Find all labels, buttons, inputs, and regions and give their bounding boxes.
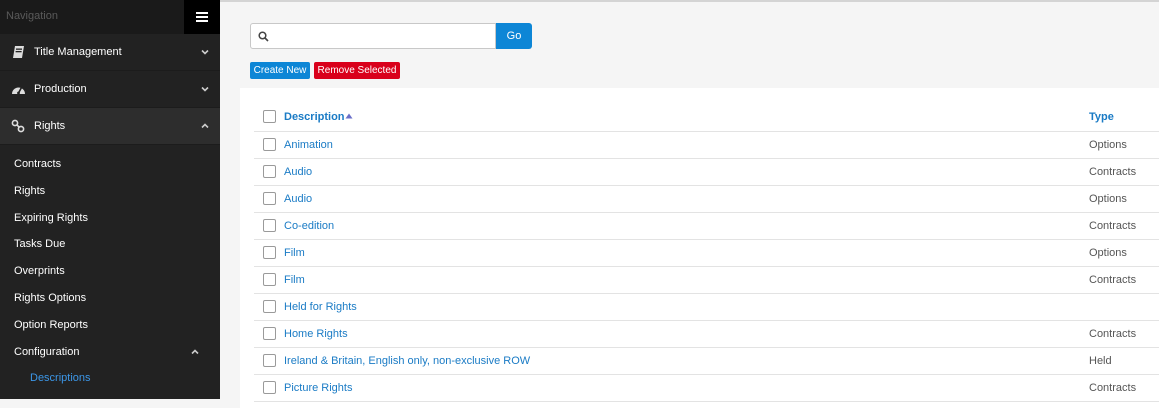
sidebar-item-contracts[interactable]: Contracts bbox=[0, 151, 220, 178]
row-type: Options bbox=[1089, 139, 1127, 151]
row-checkbox[interactable] bbox=[263, 381, 276, 394]
sidebar-header: Navigation bbox=[0, 0, 220, 34]
row-description-link[interactable]: Film bbox=[284, 247, 305, 259]
dashboard-icon bbox=[10, 81, 26, 97]
sidebar-item-rights[interactable]: Rights bbox=[0, 178, 220, 205]
sidebar-section-rights[interactable]: Rights bbox=[0, 108, 220, 145]
row-checkbox[interactable] bbox=[263, 192, 276, 205]
row-checkbox[interactable] bbox=[263, 354, 276, 367]
row-description-link[interactable]: Audio bbox=[284, 193, 312, 205]
table-row: Held for Rights bbox=[254, 294, 1159, 321]
row-checkbox[interactable] bbox=[263, 165, 276, 178]
row-description-link[interactable]: Animation bbox=[284, 139, 333, 151]
sidebar-title: Navigation bbox=[6, 10, 58, 22]
sidebar-item-overprints[interactable]: Overprints bbox=[0, 258, 220, 285]
main-content: Go Create New Remove Selected Descriptio… bbox=[226, 2, 1159, 408]
table-row: Animation Options bbox=[254, 132, 1159, 159]
row-type: Contracts bbox=[1089, 382, 1137, 394]
row-type: Held bbox=[1089, 355, 1112, 367]
chevron-down-icon bbox=[201, 49, 209, 55]
row-checkbox[interactable] bbox=[263, 219, 276, 232]
row-checkbox[interactable] bbox=[263, 273, 276, 286]
table-row: Audio Contracts bbox=[254, 159, 1159, 186]
row-type: Contracts bbox=[1089, 274, 1137, 286]
column-header-description[interactable]: Description bbox=[284, 111, 345, 123]
sidebar-section-label: Production bbox=[34, 83, 87, 95]
create-new-button[interactable]: Create New bbox=[250, 62, 310, 79]
sidebar-item-option-reports[interactable]: Option Reports bbox=[0, 312, 220, 339]
book-icon bbox=[10, 44, 26, 60]
chevron-down-icon bbox=[201, 86, 209, 92]
row-description-link[interactable]: Ireland & Britain, English only, non-exc… bbox=[284, 355, 530, 367]
row-type: Options bbox=[1089, 247, 1127, 259]
sidebar: Navigation Title Management Production R… bbox=[0, 0, 220, 399]
sort-ascending-icon[interactable] bbox=[345, 113, 353, 119]
search-icon bbox=[258, 31, 269, 42]
sidebar-item-descriptions[interactable]: Descriptions bbox=[0, 365, 220, 391]
sidebar-item-tasks-due[interactable]: Tasks Due bbox=[0, 231, 220, 258]
row-checkbox[interactable] bbox=[263, 246, 276, 259]
rights-submenu: Contracts Rights Expiring Rights Tasks D… bbox=[0, 145, 220, 391]
row-description-link[interactable]: Picture Rights bbox=[284, 382, 352, 394]
table-row: Co-edition Contracts bbox=[254, 213, 1159, 240]
sidebar-item-rights-options[interactable]: Rights Options bbox=[0, 285, 220, 312]
remove-selected-button[interactable]: Remove Selected bbox=[314, 62, 400, 79]
table-row: Film Contracts bbox=[254, 267, 1159, 294]
table-row: Picture Rights Contracts bbox=[254, 375, 1159, 402]
sidebar-section-production[interactable]: Production bbox=[0, 71, 220, 108]
link-icon bbox=[10, 118, 26, 134]
table-row: Ireland & Britain, English only, non-exc… bbox=[254, 348, 1159, 375]
table-header-row: Description Type bbox=[254, 104, 1159, 132]
row-type: Contracts bbox=[1089, 166, 1137, 178]
go-button[interactable]: Go bbox=[496, 23, 532, 49]
row-checkbox[interactable] bbox=[263, 327, 276, 340]
row-description-link[interactable]: Held for Rights bbox=[284, 301, 357, 313]
row-description-link[interactable]: Co-edition bbox=[284, 220, 334, 232]
row-description-link[interactable]: Audio bbox=[284, 166, 312, 178]
row-checkbox[interactable] bbox=[263, 138, 276, 151]
hamburger-icon bbox=[196, 12, 208, 22]
table-row: Audio Options bbox=[254, 186, 1159, 213]
row-checkbox[interactable] bbox=[263, 300, 276, 313]
sidebar-section-label: Title Management bbox=[34, 46, 122, 58]
chevron-up-icon bbox=[201, 123, 209, 129]
row-description-link[interactable]: Home Rights bbox=[284, 328, 348, 340]
select-all-checkbox[interactable] bbox=[263, 110, 276, 123]
table-row: Home Rights Contracts bbox=[254, 321, 1159, 348]
row-description-link[interactable]: Film bbox=[284, 274, 305, 286]
sidebar-section-label: Rights bbox=[34, 120, 66, 132]
row-type: Contracts bbox=[1089, 220, 1137, 232]
search-input[interactable] bbox=[250, 23, 496, 49]
row-type: Options bbox=[1089, 193, 1127, 205]
menu-toggle-button[interactable] bbox=[184, 0, 220, 34]
chevron-up-icon bbox=[191, 348, 199, 354]
sidebar-item-expiring-rights[interactable]: Expiring Rights bbox=[0, 205, 220, 232]
table-row: Film Options bbox=[254, 240, 1159, 267]
column-header-type[interactable]: Type bbox=[1089, 111, 1114, 123]
sidebar-item-configuration[interactable]: Configuration bbox=[0, 339, 220, 366]
sidebar-section-title-management[interactable]: Title Management bbox=[0, 34, 220, 71]
sidebar-item-label: Configuration bbox=[14, 345, 80, 358]
row-type: Contracts bbox=[1089, 328, 1137, 340]
descriptions-table: Description Type Animation Options Audio… bbox=[240, 88, 1159, 408]
